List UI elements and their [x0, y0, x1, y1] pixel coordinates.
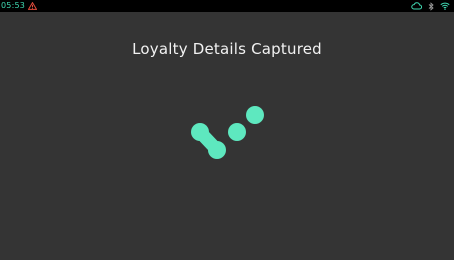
- loader-dot: [246, 106, 264, 124]
- warning-icon: [28, 2, 38, 10]
- bluetooth-icon: [428, 1, 434, 11]
- status-left: 05:53: [1, 0, 38, 12]
- loader-dot: [208, 141, 226, 159]
- loader-dot: [191, 123, 209, 141]
- loader-dot: [228, 123, 246, 141]
- cloud-icon: [411, 2, 422, 10]
- wifi-icon: [440, 2, 450, 10]
- status-right: [411, 0, 450, 12]
- status-bar: 05:53: [0, 0, 454, 12]
- page-title: Loyalty Details Captured: [132, 40, 322, 58]
- screen: 05:53 Loyalty Details Captured: [0, 0, 454, 260]
- loading-spinner-icon: [191, 106, 264, 159]
- status-time: 05:53: [1, 1, 26, 10]
